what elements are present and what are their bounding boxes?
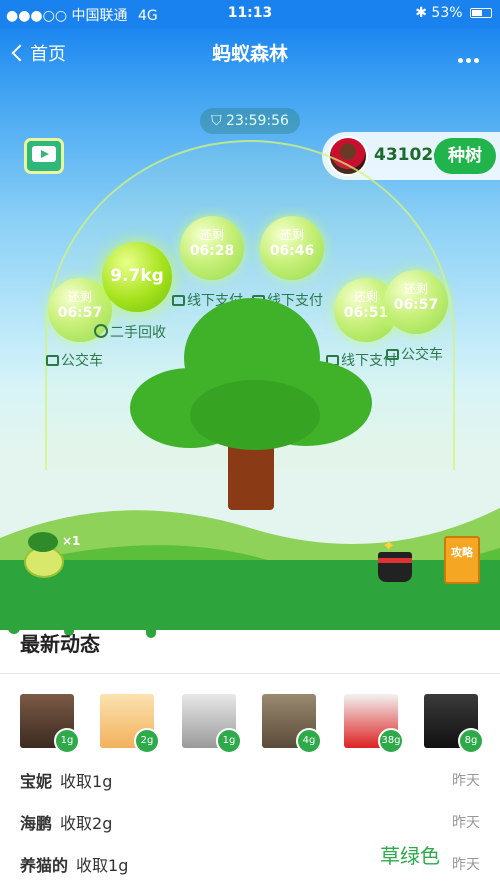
status-bar: ●●●○○ 中国联通 4G 11:13 ✱ 53%	[0, 0, 500, 28]
tree-crown	[190, 380, 320, 450]
friend-avatar[interactable]: 38g	[344, 694, 404, 754]
bubble-value: 9.7kg	[110, 266, 164, 286]
section-title: 最新动态	[20, 632, 100, 656]
energy-amount-badge: 1g	[216, 728, 242, 754]
energy-bubble-ripe[interactable]: 9.7kg	[102, 242, 172, 312]
hat-band	[378, 558, 412, 563]
back-label: 首页	[30, 44, 66, 65]
energy-amount-badge: 2g	[134, 728, 160, 754]
guide-label: 攻略	[451, 546, 473, 559]
chevron-left-icon	[11, 44, 29, 62]
guide-button[interactable]: 攻略	[444, 536, 480, 584]
status-right: ✱ 53%	[415, 5, 492, 21]
source-text: 二手回收	[110, 325, 166, 341]
battery-percent: 53%	[431, 5, 463, 21]
bubble-label: 还剩	[67, 290, 92, 304]
magic-hat-button[interactable]: ✦	[374, 536, 418, 586]
friend-avatar[interactable]: 2g	[100, 694, 160, 754]
tree-icon	[28, 532, 58, 552]
feed-name: 宝妮	[20, 772, 53, 791]
nav-bar: 首页 蚂蚁森林	[0, 28, 500, 76]
video-button[interactable]	[24, 138, 64, 174]
source-label: 公交车	[386, 344, 443, 364]
bubble-time: 06:57	[57, 305, 103, 321]
friend-avatar[interactable]: 1g	[20, 694, 80, 754]
bubble-time: 06:46	[269, 243, 315, 259]
more-dot-icon	[458, 58, 463, 63]
divider	[0, 673, 500, 674]
bubble-time: 06:57	[393, 297, 439, 313]
feed-row[interactable]: 宝妮 收取1g 昨天	[20, 768, 480, 798]
feed-action: 收取2g	[60, 814, 113, 833]
back-button[interactable]: 首页	[11, 40, 66, 66]
bubble-label: 还剩	[199, 228, 224, 242]
energy-bubble[interactable]: 还剩 06:46	[260, 216, 324, 280]
timer-text: 23:59:56	[226, 113, 289, 129]
energy-bubble[interactable]: 还剩 06:28	[180, 216, 244, 280]
hat-icon	[378, 552, 412, 582]
friend-avatar[interactable]: 4g	[262, 694, 322, 754]
feed-name: 海鹏	[20, 814, 53, 833]
energy-amount-badge: 38g	[378, 728, 404, 754]
bubble-time: 06:28	[189, 243, 235, 259]
grass-drip	[8, 610, 20, 634]
feed-time: 昨天	[452, 857, 480, 873]
energy-bubble[interactable]: 还剩 06:57	[384, 270, 448, 334]
energy-amount-badge: 8g	[458, 728, 484, 754]
source-text: 公交车	[61, 353, 103, 369]
bubble-label: 还剩	[279, 228, 304, 242]
bubble-label: 还剩	[403, 282, 428, 296]
more-dot-icon	[466, 58, 471, 63]
battery-icon	[470, 8, 492, 18]
feed-name: 养猫的	[20, 856, 69, 875]
friend-avatar[interactable]: 8g	[424, 694, 484, 754]
bus-icon	[386, 349, 399, 360]
plant-tree-button[interactable]: 种树	[434, 138, 496, 174]
friend-avatar-row: 1g 2g 1g 4g 38g 8g	[20, 694, 500, 754]
bluetooth-icon: ✱	[415, 5, 427, 21]
shield-icon: ⛉	[211, 113, 222, 129]
feed-time: 昨天	[452, 773, 480, 789]
tree-count-badge: ×1	[62, 534, 81, 548]
energy-amount-badge: 1g	[54, 728, 80, 754]
grass-band	[0, 560, 500, 630]
source-text: 公交车	[401, 347, 443, 363]
tv-icon	[32, 146, 56, 162]
friend-avatar[interactable]: 1g	[182, 694, 242, 754]
grass-drip	[146, 610, 156, 638]
protect-timer: ⛉ 23:59:56	[200, 108, 300, 134]
recycle-icon	[94, 324, 108, 338]
bus-icon	[46, 355, 59, 366]
feed-row[interactable]: 海鹏 收取2g 昨天	[20, 810, 480, 840]
card-icon	[172, 295, 185, 306]
more-button[interactable]	[458, 48, 484, 63]
my-tree-button[interactable]	[20, 530, 66, 578]
grass-drip	[204, 610, 218, 630]
energy-amount-badge: 4g	[296, 728, 322, 754]
source-label: 公交车	[46, 350, 103, 370]
watermark-text: 草绿色	[380, 844, 440, 868]
more-dot-icon	[474, 58, 479, 63]
feed-action: 收取1g	[76, 856, 129, 875]
feed-action: 收取1g	[60, 772, 113, 791]
feed-time: 昨天	[452, 815, 480, 831]
page-title: 蚂蚁森林	[211, 43, 288, 65]
source-label: 二手回收	[94, 322, 166, 342]
